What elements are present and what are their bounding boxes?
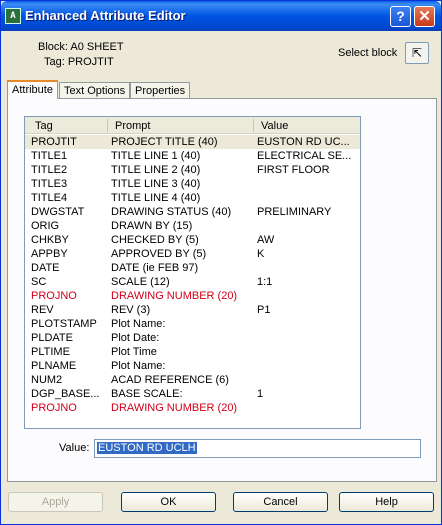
attribute-row[interactable]: APPBY APPROVED BY (5) K <box>25 247 360 261</box>
attribute-prompt-cell: TITLE LINE 3 (40) <box>111 178 201 190</box>
list-header: Tag Prompt Value <box>25 117 360 134</box>
attribute-prompt-cell: APPROVED BY (5) <box>111 248 207 260</box>
apply-button[interactable]: Apply <box>8 492 103 512</box>
attribute-value-cell: AW <box>257 234 275 246</box>
attribute-row[interactable]: TITLE2 TITLE LINE 2 (40) FIRST FLOOR <box>25 163 360 177</box>
attribute-row[interactable]: NUM2 ACAD REFERENCE (6) <box>25 373 360 387</box>
attribute-tag-cell: REV <box>31 304 54 316</box>
attribute-row[interactable]: PROJNO DRAWING NUMBER (20) <box>25 289 360 303</box>
attribute-row[interactable]: CHKBY CHECKED BY (5) AW <box>25 233 360 247</box>
attribute-prompt-cell: DATE (ie FEB 97) <box>111 262 199 274</box>
tab-properties[interactable]: Properties <box>130 82 191 99</box>
attribute-tag-cell: SC <box>31 276 47 288</box>
attribute-prompt-cell: TITLE LINE 2 (40) <box>111 164 201 176</box>
ok-button[interactable]: OK <box>121 492 216 512</box>
tab-text-options[interactable]: Text Options <box>59 82 131 99</box>
attribute-row[interactable]: PLTIME Plot Time <box>25 345 360 359</box>
attribute-tag-cell: PLDATE <box>31 332 73 344</box>
attribute-row[interactable]: PROJTIT PROJECT TITLE (40) EUSTON RD UC... <box>25 135 360 149</box>
attribute-row[interactable]: DWGSTAT DRAWING STATUS (40) PRELIMINARY <box>25 205 360 219</box>
attribute-prompt-cell: PROJECT TITLE (40) <box>111 136 218 148</box>
attribute-tab-panel: Tag Prompt Value PROJTIT PROJECT TITLE (4… <box>7 98 437 482</box>
attribute-row[interactable]: PLNAME Plot Name: <box>25 359 360 373</box>
attribute-prompt-cell: SCALE (12) <box>111 276 170 288</box>
cancel-button[interactable]: Cancel <box>233 492 328 512</box>
attribute-tag-cell: ORIG <box>31 220 60 232</box>
attribute-prompt-cell: Plot Name: <box>111 360 166 372</box>
column-divider[interactable] <box>253 119 254 132</box>
attribute-row[interactable]: ORIG DRAWN BY (15) <box>25 219 360 233</box>
attribute-value-cell: K <box>257 248 265 260</box>
attribute-tag-cell: PLOTSTAMP <box>31 318 97 330</box>
attribute-row[interactable]: PLOTSTAMP Plot Name: <box>25 317 360 331</box>
attribute-prompt-cell: REV (3) <box>111 304 151 316</box>
pick-cursor-icon: ⇱ <box>411 46 423 60</box>
attribute-prompt-cell: DRAWING NUMBER (20) <box>111 402 238 414</box>
attribute-tag-cell: DATE <box>31 262 60 274</box>
tag-name-label: Tag: PROJTIT <box>44 56 114 68</box>
attribute-row[interactable]: TITLE3 TITLE LINE 3 (40) <box>25 177 360 191</box>
attribute-tag-cell: APPBY <box>31 248 68 260</box>
close-button[interactable]: ✕ <box>414 6 435 27</box>
value-input-text: EUSTON RD UCLH <box>97 442 197 454</box>
column-header-tag[interactable]: Tag <box>35 119 53 133</box>
attribute-prompt-cell: TITLE LINE 1 (40) <box>111 150 201 162</box>
help-title-button[interactable]: ? <box>390 6 411 27</box>
attribute-prompt-cell: DRAWING STATUS (40) <box>111 206 232 218</box>
attribute-value-cell: 1:1 <box>257 276 273 288</box>
attribute-row[interactable]: TITLE1 TITLE LINE 1 (40) ELECTRICAL SE... <box>25 149 360 163</box>
attribute-row[interactable]: REV REV (3) P1 <box>25 303 360 317</box>
attribute-tag-cell: PLNAME <box>31 360 77 372</box>
select-block-label: Select block <box>338 47 398 59</box>
attribute-prompt-cell: Plot Name: <box>111 318 166 330</box>
attribute-tag-cell: TITLE3 <box>31 178 68 190</box>
attribute-prompt-cell: BASE SCALE: <box>111 388 183 400</box>
tab-attribute[interactable]: Attribute <box>7 80 58 99</box>
attribute-tag-cell: TITLE4 <box>31 192 68 204</box>
attribute-tag-cell: PROJNO <box>31 402 77 414</box>
attribute-value-cell: ELECTRICAL SE... <box>257 150 352 162</box>
attribute-row[interactable]: DGP_BASE... BASE SCALE: 1 <box>25 387 360 401</box>
attribute-prompt-cell: Plot Date: <box>111 332 160 344</box>
column-header-value[interactable]: Value <box>261 119 288 133</box>
column-header-prompt[interactable]: Prompt <box>115 119 150 133</box>
attribute-row[interactable]: DATE DATE (ie FEB 97) <box>25 261 360 275</box>
attribute-prompt-cell: CHECKED BY (5) <box>111 234 199 246</box>
attribute-prompt-cell: DRAWN BY (15) <box>111 220 193 232</box>
attribute-tag-cell: CHKBY <box>31 234 69 246</box>
attribute-prompt-cell: TITLE LINE 4 (40) <box>111 192 201 204</box>
attribute-value-cell: PRELIMINARY <box>257 206 332 218</box>
window-title: Enhanced Attribute Editor <box>25 8 186 23</box>
attribute-tag-cell: PLTIME <box>31 346 70 358</box>
attribute-row[interactable]: PROJNO DRAWING NUMBER (20) <box>25 401 360 415</box>
attribute-row[interactable]: PLDATE Plot Date: <box>25 331 360 345</box>
attribute-tag-cell: DWGSTAT <box>31 206 85 218</box>
attribute-value-cell: EUSTON RD UC... <box>257 136 350 148</box>
attribute-tag-cell: TITLE1 <box>31 150 68 162</box>
help-button[interactable]: Help <box>339 492 434 512</box>
title-bar[interactable]: A Enhanced Attribute Editor ? ✕ <box>1 1 441 31</box>
value-label: Value: <box>59 442 90 454</box>
attribute-value-cell: 1 <box>257 388 264 400</box>
attribute-tag-cell: NUM2 <box>31 374 63 386</box>
select-block-button[interactable]: ⇱ <box>405 42 429 64</box>
attribute-list[interactable]: Tag Prompt Value PROJTIT PROJECT TITLE (4… <box>24 116 361 429</box>
attribute-rows: PROJTIT PROJECT TITLE (40) EUSTON RD UC...… <box>25 135 360 415</box>
attribute-row[interactable]: TITLE4 TITLE LINE 4 (40) <box>25 191 360 205</box>
attribute-prompt-cell: DRAWING NUMBER (20) <box>111 290 238 302</box>
block-name-label: Block: A0 SHEET <box>38 41 124 53</box>
attribute-editor-window: A Enhanced Attribute Editor ? ✕ Block: A… <box>0 0 442 525</box>
value-input[interactable]: EUSTON RD UCLH <box>94 439 421 458</box>
attribute-value-cell: P1 <box>257 304 271 316</box>
attribute-tag-cell: PROJTIT <box>31 136 77 148</box>
autocad-app-icon: A <box>5 8 21 24</box>
attribute-row[interactable]: SC SCALE (12) 1:1 <box>25 275 360 289</box>
attribute-prompt-cell: Plot Time <box>111 346 157 358</box>
attribute-tag-cell: PROJNO <box>31 290 77 302</box>
column-divider[interactable] <box>107 119 108 132</box>
attribute-prompt-cell: ACAD REFERENCE (6) <box>111 374 229 386</box>
attribute-value-cell: FIRST FLOOR <box>257 164 330 176</box>
attribute-tag-cell: DGP_BASE... <box>31 388 100 400</box>
attribute-tag-cell: TITLE2 <box>31 164 68 176</box>
